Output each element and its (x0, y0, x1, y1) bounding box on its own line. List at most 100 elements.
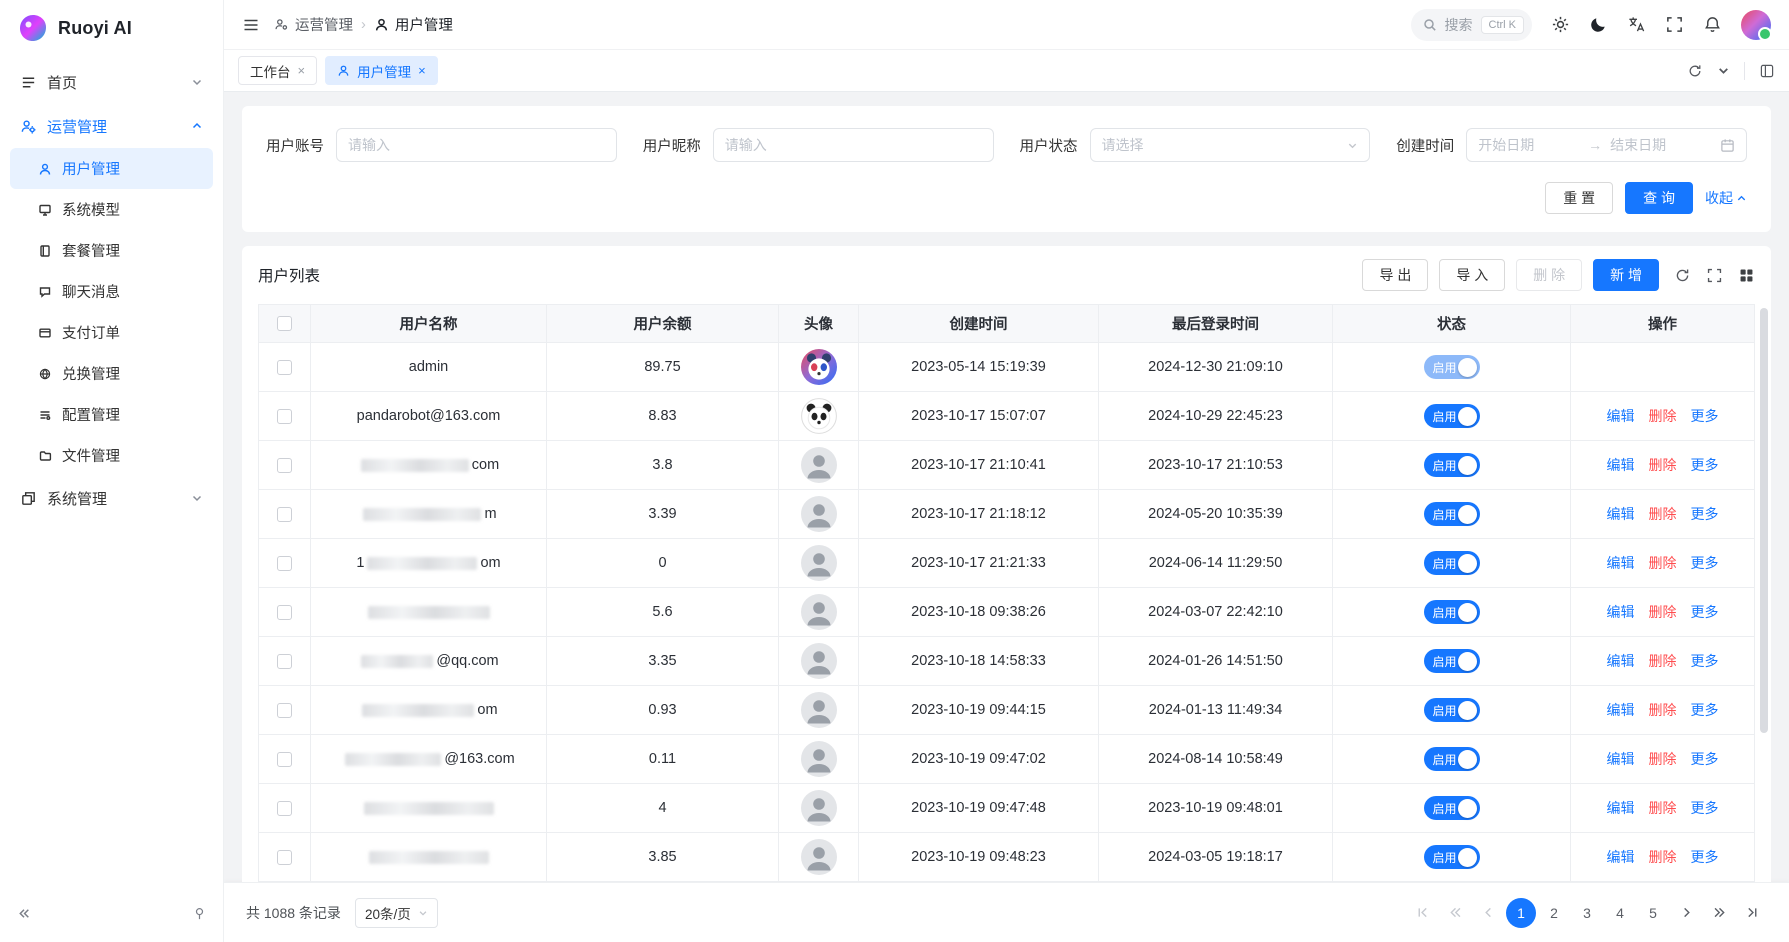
page-3-button[interactable]: 3 (1572, 898, 1602, 928)
row-checkbox[interactable] (277, 752, 292, 767)
delete-link[interactable]: 删除 (1649, 751, 1677, 767)
sidebar-item-package-management[interactable]: 套餐管理 (10, 230, 213, 271)
edit-link[interactable]: 编辑 (1607, 800, 1635, 816)
delete-link[interactable]: 删除 (1649, 653, 1677, 669)
tab-workbench[interactable]: 工作台 × (238, 56, 317, 85)
import-button[interactable]: 导 入 (1439, 259, 1505, 291)
sidebar-item-payment-orders[interactable]: 支付订单 (10, 312, 213, 353)
next-page-button[interactable] (1671, 898, 1701, 928)
export-button[interactable]: 导 出 (1362, 259, 1428, 291)
prev-page-button[interactable] (1473, 898, 1503, 928)
delete-button[interactable]: 删 除 (1516, 259, 1582, 291)
layout-toggle-button[interactable] (1759, 63, 1775, 79)
delete-link[interactable]: 删除 (1649, 800, 1677, 816)
refresh-table-button[interactable] (1674, 267, 1691, 284)
page-5-button[interactable]: 5 (1638, 898, 1668, 928)
row-checkbox[interactable] (277, 360, 292, 375)
delete-link[interactable]: 删除 (1649, 506, 1677, 522)
delete-link[interactable]: 删除 (1649, 457, 1677, 473)
notifications-button[interactable] (1703, 15, 1722, 34)
start-date-input[interactable] (1478, 137, 1580, 153)
select-all-checkbox[interactable] (277, 316, 292, 331)
delete-link[interactable]: 删除 (1649, 555, 1677, 571)
edit-link[interactable]: 编辑 (1607, 751, 1635, 767)
row-checkbox[interactable] (277, 703, 292, 718)
status-switch[interactable]: 启用 (1424, 600, 1480, 624)
more-link[interactable]: 更多 (1691, 653, 1719, 669)
status-switch[interactable]: 启用 (1424, 453, 1480, 477)
more-link[interactable]: 更多 (1691, 849, 1719, 865)
dark-mode-button[interactable] (1589, 15, 1608, 34)
more-link[interactable]: 更多 (1691, 604, 1719, 620)
app-logo[interactable]: Ruoyi AI (0, 0, 223, 56)
more-link[interactable]: 更多 (1691, 800, 1719, 816)
edit-link[interactable]: 编辑 (1607, 653, 1635, 669)
row-checkbox[interactable] (277, 605, 292, 620)
user-account-input[interactable] (336, 128, 617, 162)
row-checkbox[interactable] (277, 458, 292, 473)
delete-link[interactable]: 删除 (1649, 849, 1677, 865)
sidebar-item-system[interactable]: 系统管理 (10, 476, 213, 520)
sidebar-item-home[interactable]: 首页 (10, 60, 213, 104)
prev-group-button[interactable] (1440, 898, 1470, 928)
delete-link[interactable]: 删除 (1649, 604, 1677, 620)
more-link[interactable]: 更多 (1691, 555, 1719, 571)
status-switch[interactable]: 启用 (1424, 355, 1480, 379)
tab-user-management[interactable]: 用户管理 × (325, 56, 438, 85)
add-button[interactable]: 新 增 (1593, 259, 1659, 291)
status-switch[interactable]: 启用 (1424, 502, 1480, 526)
row-checkbox[interactable] (277, 801, 292, 816)
edit-link[interactable]: 编辑 (1607, 555, 1635, 571)
user-avatar[interactable] (1741, 10, 1771, 40)
breadcrumb-operations[interactable]: 运营管理 (274, 14, 353, 35)
page-1-button[interactable]: 1 (1506, 898, 1536, 928)
status-switch[interactable]: 启用 (1424, 698, 1480, 722)
user-status-select[interactable]: 请选择 (1090, 128, 1371, 162)
edit-link[interactable]: 编辑 (1607, 604, 1635, 620)
end-date-input[interactable] (1610, 137, 1712, 153)
more-link[interactable]: 更多 (1691, 457, 1719, 473)
first-page-button[interactable] (1407, 898, 1437, 928)
row-checkbox[interactable] (277, 850, 292, 865)
delete-link[interactable]: 删除 (1649, 702, 1677, 718)
column-settings-button[interactable] (1738, 267, 1755, 284)
refresh-page-button[interactable] (1687, 63, 1703, 79)
table-scrollbar[interactable] (1760, 308, 1768, 733)
settings-button[interactable] (1551, 15, 1570, 34)
next-group-button[interactable] (1704, 898, 1734, 928)
more-link[interactable]: 更多 (1691, 751, 1719, 767)
sidebar-item-chat-messages[interactable]: 聊天消息 (10, 271, 213, 312)
status-switch[interactable]: 启用 (1424, 649, 1480, 673)
status-switch[interactable]: 启用 (1424, 747, 1480, 771)
breadcrumb-user-management[interactable]: 用户管理 (374, 14, 453, 35)
row-checkbox[interactable] (277, 409, 292, 424)
search-button[interactable]: 查 询 (1625, 182, 1693, 214)
reset-button[interactable]: 重 置 (1545, 182, 1613, 214)
status-switch[interactable]: 启用 (1424, 404, 1480, 428)
tab-options-button[interactable] (1717, 64, 1730, 77)
delete-link[interactable]: 删除 (1649, 408, 1677, 424)
status-switch[interactable]: 启用 (1424, 796, 1480, 820)
last-page-button[interactable] (1737, 898, 1767, 928)
collapse-filters-link[interactable]: 收起 (1705, 188, 1747, 208)
sidebar-item-config-management[interactable]: 配置管理 (10, 394, 213, 435)
row-checkbox[interactable] (277, 654, 292, 669)
collapse-sidebar-button[interactable] (16, 906, 31, 921)
user-nickname-input[interactable] (713, 128, 994, 162)
row-checkbox[interactable] (277, 507, 292, 522)
date-range-picker[interactable]: → (1466, 128, 1747, 162)
close-tab-icon[interactable]: × (298, 63, 306, 78)
language-button[interactable] (1627, 15, 1646, 34)
edit-link[interactable]: 编辑 (1607, 506, 1635, 522)
close-tab-icon[interactable]: × (418, 63, 426, 78)
page-4-button[interactable]: 4 (1605, 898, 1635, 928)
edit-link[interactable]: 编辑 (1607, 702, 1635, 718)
edit-link[interactable]: 编辑 (1607, 849, 1635, 865)
page-2-button[interactable]: 2 (1539, 898, 1569, 928)
fullscreen-button[interactable] (1665, 15, 1684, 34)
sidebar-item-operations[interactable]: 运营管理 (10, 104, 213, 148)
pin-sidebar-button[interactable] (192, 906, 207, 921)
sidebar-item-file-management[interactable]: 文件管理 (10, 435, 213, 476)
row-checkbox[interactable] (277, 556, 292, 571)
edit-link[interactable]: 编辑 (1607, 457, 1635, 473)
